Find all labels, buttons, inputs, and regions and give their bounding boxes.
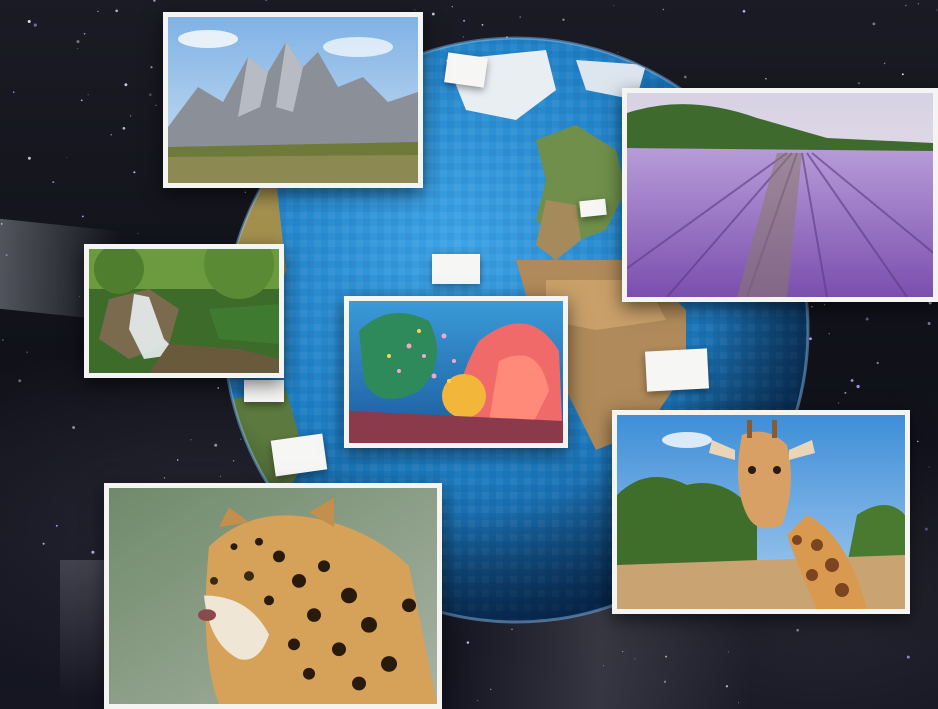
star [742,9,746,13]
star [906,655,910,659]
star [844,391,847,394]
star [634,658,636,660]
star [872,22,876,26]
coral-reef-image [349,301,563,443]
star [883,62,886,65]
star [130,115,132,117]
star [2,339,4,341]
jaguar-image [109,488,437,704]
star [76,40,80,44]
photo-giraffe [612,410,910,614]
star [481,24,484,26]
lavender-image [627,93,933,297]
star [80,99,83,102]
photo-waterfall [84,244,284,378]
star [562,18,565,21]
star [857,81,861,85]
star [519,16,521,18]
star [27,19,31,24]
star [463,19,466,22]
star [265,0,268,1]
star [823,304,825,306]
star [865,317,869,321]
star [153,0,156,2]
star [66,156,68,158]
star [828,333,830,335]
star [163,477,166,479]
star [18,379,22,383]
star [52,181,55,184]
star [727,651,729,653]
star [917,3,919,5]
photo-lavender-field [622,88,938,302]
star [901,73,904,76]
star [97,10,99,12]
waterfall-image [89,249,279,373]
star [613,5,615,6]
star [72,426,76,429]
blank-card [244,380,284,402]
blank-card [579,198,607,218]
giraffe-image [617,415,905,609]
star [5,254,8,257]
star [856,384,860,389]
photo-coral-reef [344,296,568,448]
star [738,702,740,704]
star [155,104,157,106]
blank-card [644,348,710,392]
star [451,6,453,8]
scene [0,0,938,709]
star [927,322,931,325]
star [115,9,119,13]
star [26,351,29,354]
star [81,215,84,218]
blank-card [270,433,328,477]
star [414,9,416,11]
star [12,91,15,93]
star [431,12,435,16]
star [622,651,624,653]
star [42,542,45,545]
star [78,296,80,298]
star [603,665,605,667]
star [466,641,470,644]
star [665,655,668,658]
mountains-image [168,17,418,183]
photo-mountains [163,12,423,188]
blank-card [432,254,480,284]
star [876,361,879,365]
star [133,171,136,174]
star [150,66,153,69]
star [55,524,58,527]
star [190,439,192,441]
star [917,440,919,443]
blank-card [444,52,488,88]
star [91,550,95,554]
star [148,93,152,97]
star [0,223,3,225]
star [77,47,79,50]
star [137,232,139,234]
star [110,133,112,136]
star [33,23,37,27]
star [87,94,89,96]
star [176,459,179,461]
star [904,4,907,7]
star [928,466,930,468]
star [477,699,479,701]
star [27,156,31,160]
star [838,402,840,404]
star [725,685,729,688]
star [663,680,667,683]
star [662,8,665,11]
star [122,126,126,130]
star [936,9,938,11]
star [83,32,86,35]
star [850,379,854,382]
star [489,688,492,691]
star [124,83,128,87]
star [924,527,928,531]
photo-jaguar [104,483,442,709]
